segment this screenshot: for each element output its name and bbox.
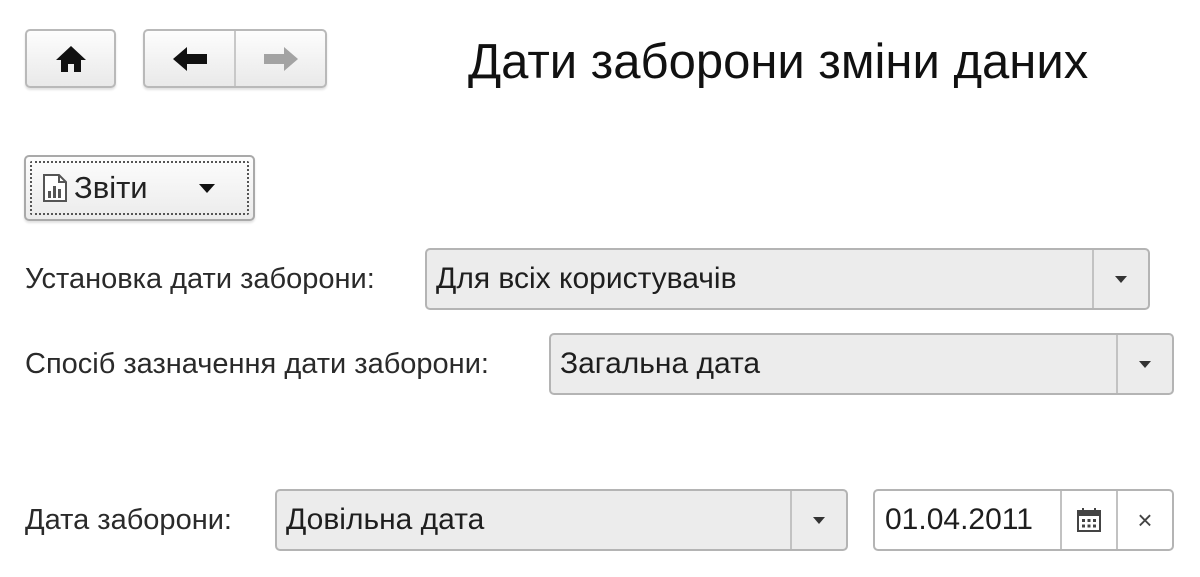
calendar-icon <box>1077 508 1101 532</box>
ban-date-label: Дата заборони: <box>25 504 232 536</box>
ban-date-field[interactable]: 01.04.2011 × <box>873 489 1174 551</box>
history-nav <box>143 29 327 88</box>
clear-date-button[interactable]: × <box>1116 491 1172 549</box>
home-icon <box>55 45 86 72</box>
arrow-left-icon <box>172 46 207 71</box>
chevron-down-icon <box>813 517 825 524</box>
ban-date-type-value: Довільна дата <box>286 503 485 536</box>
page-title: Дати заборони зміни даних <box>468 35 1089 89</box>
set-date-dropdown-button[interactable] <box>1092 250 1148 308</box>
chevron-down-icon <box>1139 361 1151 368</box>
focus-rectangle: Звіти <box>30 161 249 215</box>
ban-date-type-dropdown-button[interactable] <box>790 491 846 549</box>
calendar-button[interactable] <box>1060 491 1116 549</box>
method-dropdown-button[interactable] <box>1116 335 1172 393</box>
forward-button[interactable] <box>234 31 325 86</box>
method-value: Загальна дата <box>560 347 761 380</box>
chevron-down-icon <box>1115 276 1127 283</box>
report-chart-icon <box>43 174 67 202</box>
arrow-right-icon <box>263 46 298 71</box>
back-button[interactable] <box>145 31 234 86</box>
set-date-select[interactable]: Для всіх користувачів <box>425 248 1150 310</box>
set-date-label: Установка дати заборони: <box>25 263 375 295</box>
method-select[interactable]: Загальна дата <box>549 333 1174 395</box>
set-date-value: Для всіх користувачів <box>436 262 737 295</box>
ban-date-type-select[interactable]: Довільна дата <box>275 489 848 551</box>
ban-date-input[interactable]: 01.04.2011 <box>875 491 1060 549</box>
home-button[interactable] <box>25 29 116 88</box>
method-label: Спосіб зазначення дати заборони: <box>25 348 489 380</box>
reports-button[interactable]: Звіти <box>24 155 255 221</box>
reports-label: Звіти <box>74 170 148 205</box>
triangle-down-icon <box>198 184 215 193</box>
close-icon: × <box>1137 505 1153 535</box>
